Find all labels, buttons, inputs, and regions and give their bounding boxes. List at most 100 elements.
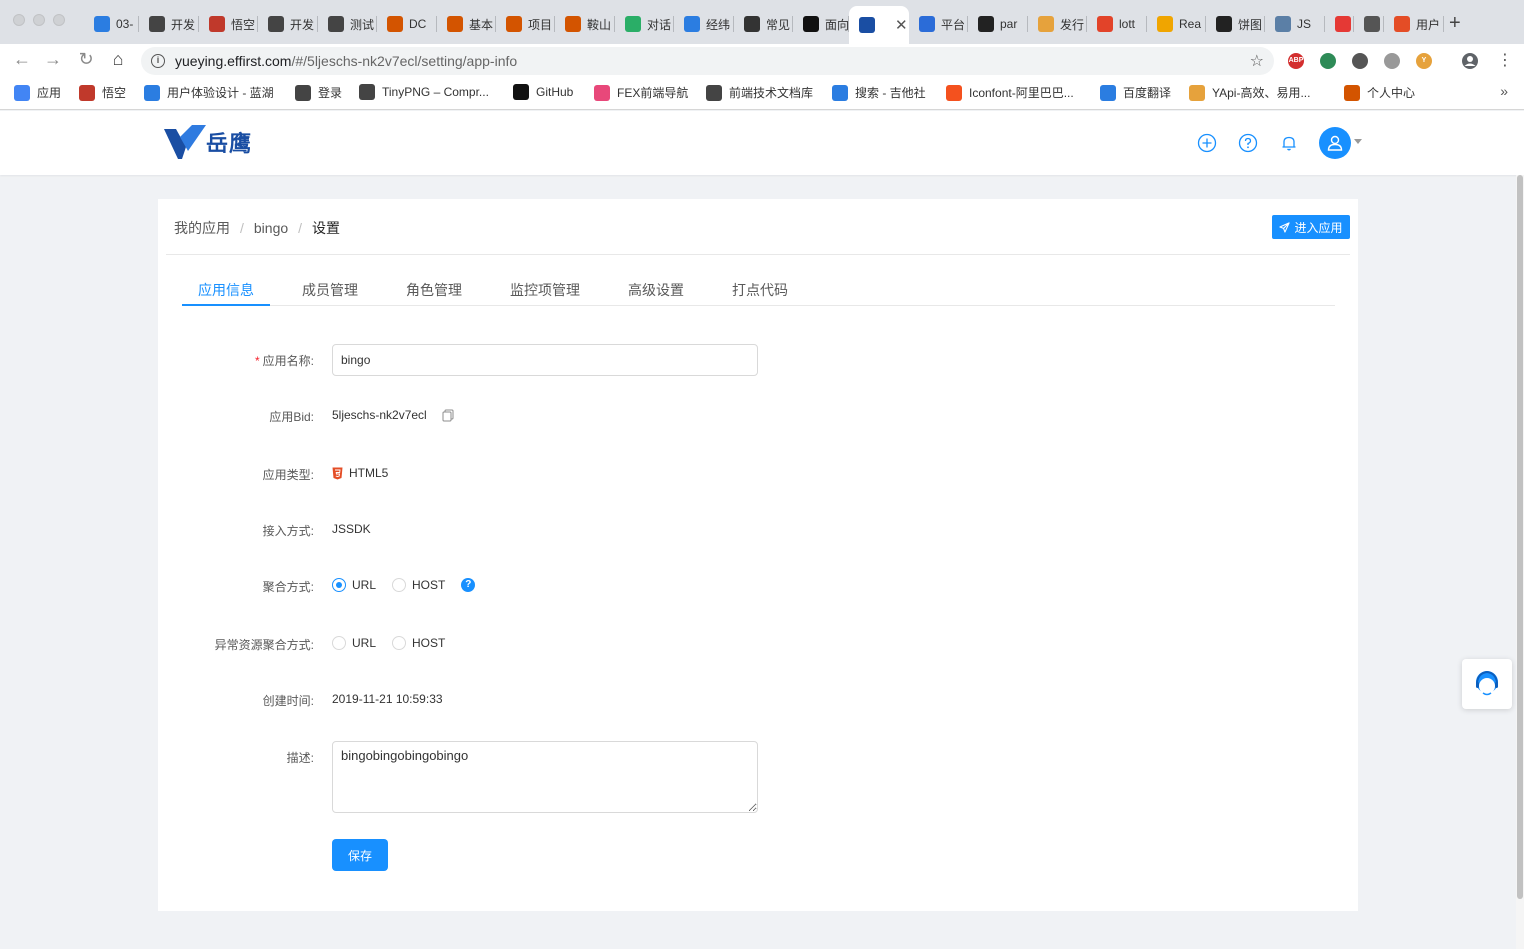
back-icon[interactable]: ← bbox=[10, 49, 34, 70]
user-avatar[interactable] bbox=[1319, 127, 1351, 159]
browser-tab[interactable]: 鞍山 bbox=[555, 8, 615, 40]
browser-tab[interactable] bbox=[1354, 8, 1384, 40]
chevron-down-icon[interactable] bbox=[1354, 139, 1362, 144]
window-maximize-button[interactable] bbox=[53, 14, 65, 26]
error-aggregation-radio-host[interactable]: HOST bbox=[392, 636, 445, 650]
evernote-icon[interactable] bbox=[1352, 53, 1368, 69]
site-info-icon[interactable]: i bbox=[151, 54, 165, 68]
browser-tab-label: 对话 bbox=[647, 17, 672, 32]
window-minimize-button[interactable] bbox=[33, 14, 45, 26]
bookmark-item[interactable]: 悟空 bbox=[79, 84, 126, 101]
abp-icon[interactable]: ABP bbox=[1288, 53, 1304, 69]
browser-tab[interactable]: 悟空 bbox=[199, 8, 258, 40]
apps-grid-icon bbox=[14, 84, 30, 101]
browser-tab[interactable]: 对话 bbox=[615, 8, 674, 40]
browser-tab[interactable]: 项目 bbox=[496, 8, 555, 40]
brush-icon bbox=[919, 16, 935, 32]
tab-advanced[interactable]: 高级设置 bbox=[628, 280, 684, 300]
bookmark-star-icon[interactable]: ☆ bbox=[1250, 51, 1264, 71]
breadcrumb-my-apps[interactable]: 我的应用 bbox=[174, 218, 230, 238]
tab-separator bbox=[1443, 16, 1444, 32]
tab-members[interactable]: 成员管理 bbox=[302, 280, 358, 300]
bookmark-item[interactable]: TinyPNG – Compr... bbox=[359, 84, 489, 100]
browser-tab[interactable]: 平台 bbox=[909, 8, 968, 40]
bookmark-item[interactable]: 用户体验设计 - 蓝湖 bbox=[144, 84, 274, 101]
bookmark-label: 百度翻译 bbox=[1123, 86, 1172, 100]
reload-icon[interactable]: ↻ bbox=[74, 49, 98, 70]
notification-bell-icon[interactable] bbox=[1279, 133, 1299, 153]
listen-icon bbox=[1335, 16, 1351, 32]
customer-service-widget[interactable] bbox=[1462, 659, 1512, 709]
globe-icon bbox=[706, 84, 722, 101]
browser-tab[interactable]: 用户 bbox=[1384, 8, 1444, 40]
breadcrumb-app[interactable]: bingo bbox=[254, 220, 288, 236]
error-aggregation-radio-url[interactable]: URL bbox=[332, 636, 376, 650]
bookmark-item[interactable]: 个人中心 bbox=[1344, 84, 1415, 101]
tab-roles[interactable]: 角色管理 bbox=[406, 280, 462, 300]
bookmark-item[interactable]: FEX前端导航 bbox=[594, 84, 688, 101]
browser-tab[interactable]: par bbox=[968, 8, 1028, 40]
fex-icon bbox=[594, 84, 610, 101]
tab-app-info[interactable]: 应用信息 bbox=[198, 280, 254, 300]
save-button[interactable]: 保存 bbox=[332, 839, 388, 871]
yapi-ext-icon[interactable]: Y bbox=[1416, 53, 1432, 69]
bookmark-item[interactable]: YApi-高效、易用... bbox=[1189, 84, 1310, 101]
tab-monitors[interactable]: 监控项管理 bbox=[510, 280, 580, 300]
bookmark-item[interactable]: 百度翻译 bbox=[1100, 84, 1171, 101]
app-name-input[interactable] bbox=[332, 344, 758, 376]
settings-card: 我的应用 / bingo / 设置 进入应用 应用信息 成员管理 角色管理 监控… bbox=[158, 199, 1358, 911]
browser-tab[interactable]: 开发 bbox=[258, 8, 318, 40]
browser-tab[interactable]: Rea bbox=[1147, 8, 1206, 40]
folder-icon[interactable] bbox=[1384, 53, 1400, 69]
close-tab-icon[interactable]: ✕ bbox=[895, 16, 908, 34]
bookmark-item[interactable]: 登录 bbox=[295, 84, 342, 101]
send-icon bbox=[1279, 221, 1291, 233]
browser-tab[interactable]: 常见 bbox=[734, 8, 793, 40]
window-close-button[interactable] bbox=[13, 14, 25, 26]
bookmarks-overflow-button[interactable]: » bbox=[1500, 83, 1508, 99]
tab-tracking-code[interactable]: 打点代码 bbox=[732, 280, 788, 300]
browser-tab[interactable]: 03- bbox=[84, 8, 139, 40]
new-tab-button[interactable]: + bbox=[1449, 12, 1461, 35]
question-icon[interactable]: ? bbox=[461, 578, 476, 592]
forward-icon[interactable]: → bbox=[41, 49, 65, 70]
home-icon[interactable]: ⌂ bbox=[106, 49, 130, 70]
app-logo[interactable]: 岳鹰 bbox=[162, 123, 252, 161]
address-bar[interactable]: i yueying.effirst.com/#/5ljeschs-nk2v7ec… bbox=[141, 47, 1274, 75]
browser-tab[interactable]: 饼图 bbox=[1206, 8, 1265, 40]
bookmark-item[interactable]: 搜索 - 吉他社 bbox=[832, 84, 926, 101]
browser-tab[interactable]: DC bbox=[377, 8, 437, 40]
aggregation-radio-url[interactable]: URL bbox=[332, 578, 376, 592]
bookmark-item[interactable]: 前端技术文档库 bbox=[706, 84, 813, 101]
browser-tab[interactable]: 发行 bbox=[1028, 8, 1087, 40]
scrollbar-thumb[interactable] bbox=[1517, 175, 1523, 899]
bookmark-item[interactable]: 应用 bbox=[14, 84, 61, 101]
browser-tab[interactable]: 测试 bbox=[318, 8, 377, 40]
browser-tab[interactable]: 基本 bbox=[437, 8, 496, 40]
browser-tab[interactable]: 面向 bbox=[793, 8, 849, 40]
browser-tab-active[interactable]: ✕ bbox=[849, 6, 909, 44]
codepen-icon bbox=[978, 16, 994, 32]
copy-icon[interactable] bbox=[442, 409, 454, 422]
bookmark-item[interactable]: Iconfont-阿里巴巴... bbox=[946, 84, 1074, 101]
browser-tab[interactable]: JS bbox=[1265, 8, 1325, 40]
bookmark-label: YApi-高效、易用... bbox=[1212, 86, 1311, 100]
browser-menu-icon[interactable]: ⋮ bbox=[1497, 50, 1513, 70]
aggregation-radio-host[interactable]: HOST bbox=[392, 578, 445, 592]
browser-tab[interactable] bbox=[1325, 8, 1354, 40]
bookmark-item[interactable]: GitHub bbox=[513, 84, 573, 100]
help-icon[interactable] bbox=[1238, 133, 1258, 153]
vue-icon[interactable] bbox=[1320, 53, 1336, 69]
address-url[interactable]: yueying.effirst.com/#/5ljeschs-nk2v7ecl/… bbox=[175, 53, 517, 69]
description-textarea[interactable]: bingobingobingobingo bbox=[332, 741, 758, 813]
github-icon bbox=[513, 84, 529, 100]
profile-icon[interactable] bbox=[1461, 52, 1479, 70]
browser-tab[interactable]: lott bbox=[1087, 8, 1147, 40]
baidu-translate-icon bbox=[1100, 84, 1116, 101]
bid-value-wrap: 5ljeschs-nk2v7ecl bbox=[332, 408, 454, 422]
page-scrollbar[interactable] bbox=[1516, 175, 1524, 949]
add-icon[interactable] bbox=[1197, 133, 1217, 153]
browser-tab[interactable]: 经纬 bbox=[674, 8, 734, 40]
enter-app-button[interactable]: 进入应用 bbox=[1272, 215, 1350, 239]
browser-tab[interactable]: 开发 bbox=[139, 8, 199, 40]
